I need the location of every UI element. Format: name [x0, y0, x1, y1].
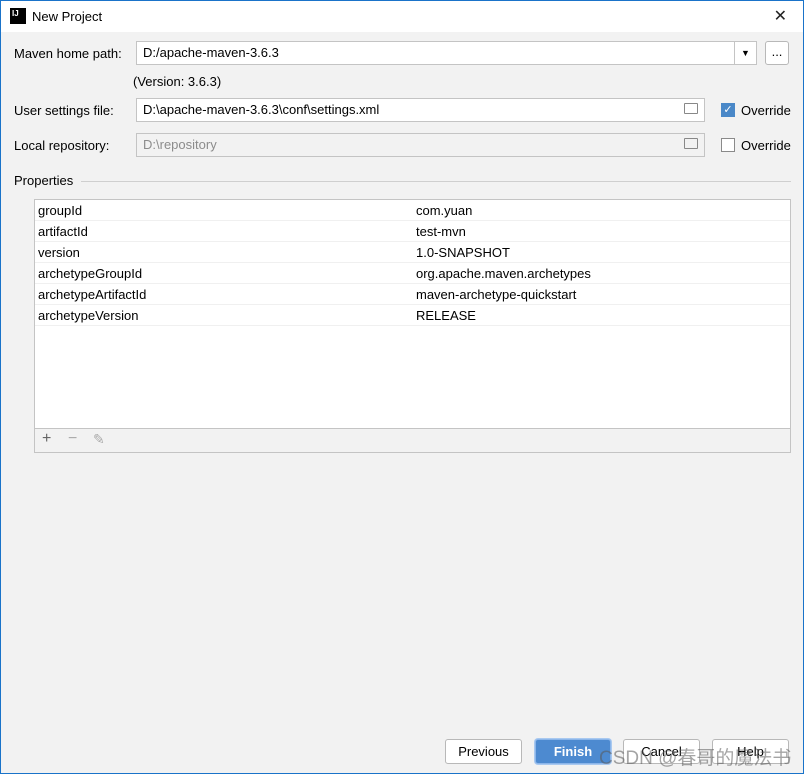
user-override-label: Override: [741, 103, 791, 118]
local-repo-input[interactable]: D:\repository: [136, 133, 705, 157]
property-key: archetypeGroupId: [38, 266, 143, 281]
property-key: artifactId: [38, 224, 88, 239]
table-row[interactable]: archetypeVersion RELEASE: [35, 305, 790, 326]
local-repo-value: D:\repository: [143, 137, 217, 152]
maven-home-label: Maven home path:: [14, 46, 122, 61]
new-project-dialog: IJ New Project ✕ Maven home path: D:/apa…: [0, 0, 804, 774]
edit-icon[interactable]: ✎: [93, 431, 105, 448]
user-settings-override-checkbox[interactable]: ✓: [721, 103, 735, 117]
user-settings-value: D:\apache-maven-3.6.3\conf\settings.xml: [143, 102, 380, 117]
separator: [81, 181, 791, 182]
user-settings-input[interactable]: D:\apache-maven-3.6.3\conf\settings.xml: [136, 98, 705, 122]
folder-icon[interactable]: [684, 138, 698, 149]
intellij-logo: IJ: [10, 8, 26, 24]
property-key: archetypeArtifactId: [38, 287, 147, 302]
title-bar: IJ New Project ✕: [1, 1, 803, 32]
previous-button[interactable]: Previous: [445, 739, 522, 764]
property-value[interactable]: org.apache.maven.archetypes: [416, 266, 591, 281]
watermark: CSDN @春哥的魔法书: [599, 748, 792, 769]
folder-icon[interactable]: [684, 103, 698, 114]
chevron-down-icon[interactable]: ▼: [734, 42, 756, 64]
maven-version: (Version: 3.6.3): [133, 74, 222, 89]
browse-button[interactable]: ...: [765, 41, 789, 65]
user-settings-label: User settings file:: [14, 103, 114, 118]
window-title: New Project: [32, 9, 103, 24]
property-key: archetypeVersion: [38, 308, 139, 323]
table-row[interactable]: artifactId test-mvn: [35, 221, 790, 242]
properties-label: Properties: [14, 173, 74, 188]
maven-home-value: D:/apache-maven-3.6.3: [143, 45, 279, 60]
table-row[interactable]: archetypeGroupId org.apache.maven.archety…: [35, 263, 790, 284]
local-override-label: Override: [741, 138, 791, 153]
property-key: groupId: [38, 203, 83, 218]
property-value[interactable]: maven-archetype-quickstart: [416, 287, 576, 302]
table-toolbar: + − ✎: [35, 428, 790, 452]
local-repo-label: Local repository:: [14, 138, 110, 153]
properties-table: groupId com.yuan artifactId test-mvn version…: [34, 199, 791, 453]
property-key: version: [38, 245, 80, 260]
property-value[interactable]: 1.0-SNAPSHOT: [416, 245, 510, 260]
add-icon[interactable]: +: [42, 430, 51, 448]
remove-icon[interactable]: −: [68, 430, 77, 448]
property-value[interactable]: com.yuan: [416, 203, 472, 218]
local-repo-override-checkbox[interactable]: [721, 138, 735, 152]
table-row[interactable]: version 1.0-SNAPSHOT: [35, 242, 790, 263]
maven-home-input[interactable]: D:/apache-maven-3.6.3 ▼: [136, 41, 757, 65]
property-value[interactable]: test-mvn: [416, 224, 466, 239]
property-value[interactable]: RELEASE: [416, 308, 476, 323]
table-row[interactable]: archetypeArtifactId maven-archetype-quick…: [35, 284, 790, 305]
table-row[interactable]: groupId com.yuan: [35, 200, 790, 221]
close-icon[interactable]: ✕: [774, 6, 787, 26]
